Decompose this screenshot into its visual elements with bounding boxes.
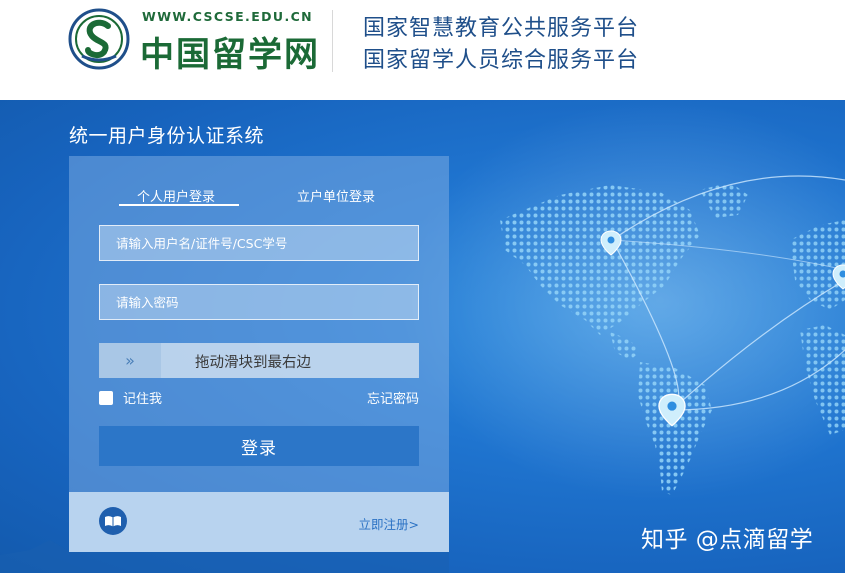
header-divider	[332, 10, 333, 72]
password-input[interactable]	[99, 284, 419, 320]
register-link[interactable]: 立即注册>	[359, 514, 419, 533]
system-title: 统一用户身份认证系统	[69, 125, 265, 147]
login-panel-footer: 立即注册>	[69, 492, 449, 552]
tab-unit-login[interactable]: 立户单位登录	[297, 186, 375, 205]
platform-title-1: 国家智慧教育公共服务平台	[363, 16, 640, 41]
remember-me: 记住我	[99, 388, 162, 407]
logo-name: 中国留学网	[140, 35, 320, 75]
login-button[interactable]: 登录	[99, 426, 419, 466]
remember-label: 记住我	[123, 392, 163, 407]
remember-checkbox[interactable]	[99, 390, 113, 405]
map-pin-icon	[658, 393, 686, 427]
map-pin-icon	[832, 264, 845, 290]
login-form: 个人用户登录 立户单位登录 » 拖动滑块到最右边 记住我 忘记密码 登录	[69, 156, 449, 492]
username-input[interactable]	[99, 225, 419, 261]
forgot-password-link[interactable]: 忘记密码	[367, 388, 419, 407]
tab-personal-login[interactable]: 个人用户登录	[137, 186, 215, 205]
book-icon	[99, 507, 127, 535]
site-header: WWW.CSCSE.EDU.CN 中国留学网 国家智慧教育公共服务平台 国家留学…	[0, 0, 845, 100]
active-tab-indicator	[119, 204, 239, 206]
map-pin-icon	[600, 230, 622, 256]
platform-title-2: 国家留学人员综合服务平台	[363, 48, 640, 73]
login-panel: 个人用户登录 立户单位登录 » 拖动滑块到最右边 记住我 忘记密码 登录	[69, 156, 449, 552]
login-stage: 统一用户身份认证系统 个人用户登录 立户单位登录 » 拖动滑块到最右边 记住我 …	[0, 100, 845, 573]
slider-hint: 拖动滑块到最右边	[195, 355, 311, 371]
slider-captcha[interactable]: » 拖动滑块到最右边	[99, 343, 419, 378]
cscse-logo-icon[interactable]	[68, 8, 130, 70]
watermark: 知乎 @点滴留学	[641, 527, 814, 553]
double-chevron-right-icon[interactable]: »	[99, 343, 161, 378]
logo-url: WWW.CSCSE.EDU.CN	[142, 9, 314, 24]
